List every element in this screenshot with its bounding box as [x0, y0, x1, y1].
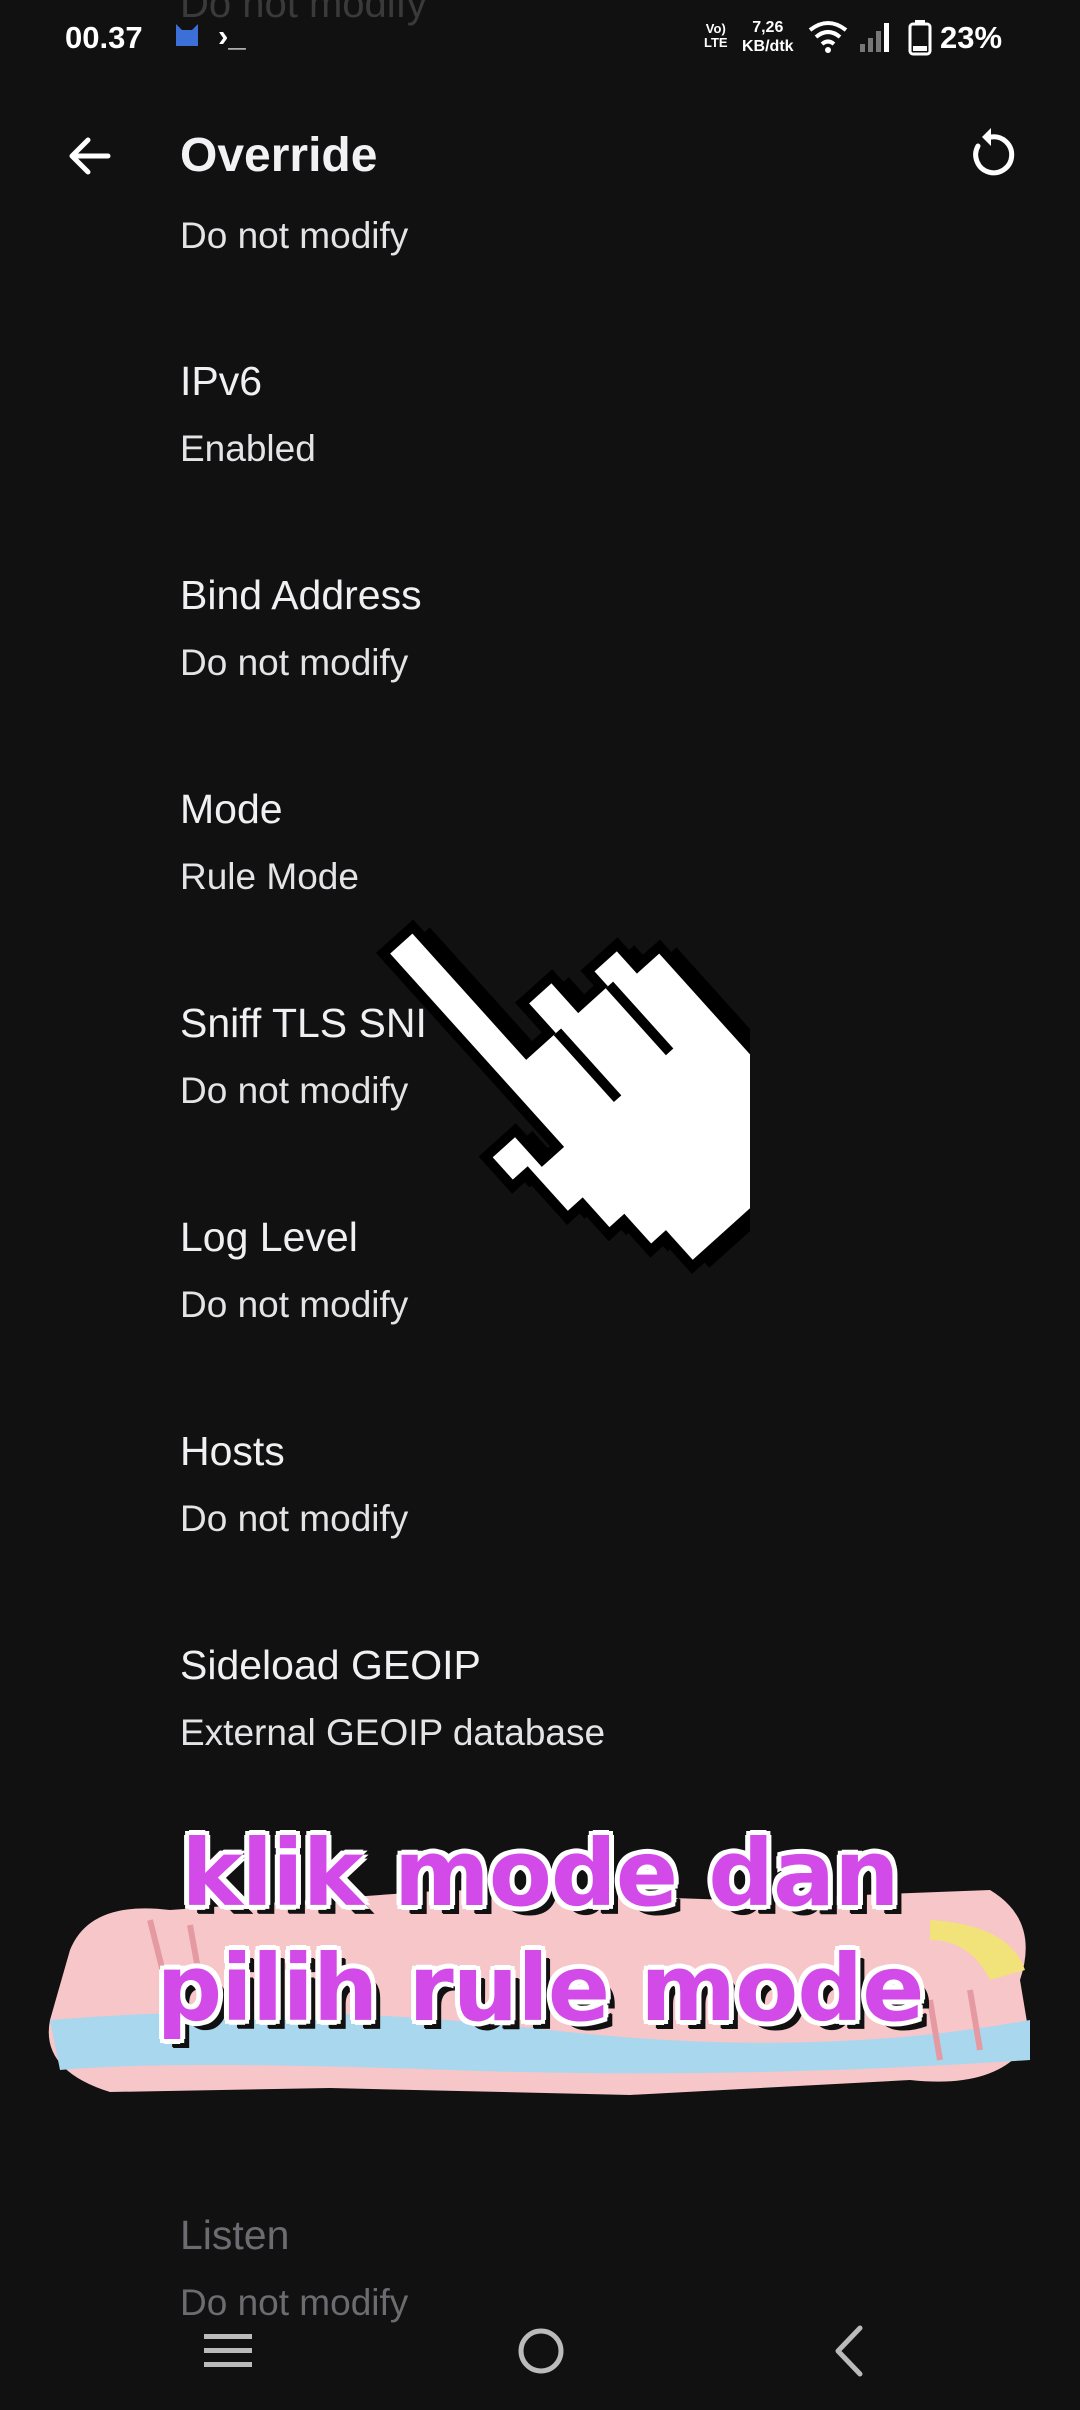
setting-label: IPv6	[180, 358, 263, 404]
setting-bind-address[interactable]: Bind Address Do not modify	[0, 564, 1080, 764]
status-time: 00.37	[65, 20, 143, 55]
setting-hosts[interactable]: Hosts Do not modify	[0, 1420, 1080, 1620]
setting-value: External GEOIP database	[180, 1712, 606, 1753]
page-title: Override	[180, 129, 378, 182]
setting-value: Rule Mode	[180, 856, 359, 897]
reset-icon[interactable]	[962, 126, 1020, 184]
status-bar: Do not modify 00.37 ›_ Vo) LTE 7,26 KB/d…	[0, 0, 1080, 80]
top-app-bar: Override	[0, 100, 1080, 210]
volte-indicator: Vo) LTE	[704, 21, 728, 50]
setting-label: Bind Address	[180, 572, 422, 618]
wifi-icon	[808, 21, 848, 53]
setting-label: Mode	[180, 786, 283, 832]
cat-app-icon	[176, 24, 198, 46]
setting-label: Listen	[180, 2212, 290, 2258]
system-nav-bar	[0, 2300, 1080, 2408]
network-speed: 7,26 KB/dtk	[742, 19, 794, 55]
pointing-hand-cursor-icon	[376, 919, 750, 1274]
tutorial-caption: klik mode dan pilih rule mode	[30, 1770, 1050, 2150]
setting-value: Do not modify	[180, 642, 409, 683]
home-icon[interactable]	[516, 2326, 566, 2376]
back-arrow-icon[interactable]	[62, 128, 118, 184]
cell-signal-icon	[860, 23, 889, 52]
setting-value: Do not modify	[180, 1498, 409, 1539]
setting-label: Hosts	[180, 1428, 285, 1474]
recent-apps-icon[interactable]	[200, 2328, 256, 2374]
caption-line-2: pilih rule mode	[156, 1935, 924, 2042]
setting-label: Log Level	[180, 1214, 358, 1260]
previous-item-value: Do not modify	[180, 215, 409, 256]
battery-icon	[908, 20, 932, 56]
nav-back-icon[interactable]	[826, 2322, 872, 2380]
battery-percent: 23%	[940, 20, 1003, 55]
setting-ipv6[interactable]: IPv6 Enabled	[0, 350, 1080, 550]
setting-value: Enabled	[180, 428, 316, 469]
caption-line-1: klik mode dan	[181, 1820, 899, 1927]
setting-label: Sideload GEOIP	[180, 1642, 481, 1688]
terminal-icon: ›_	[218, 18, 246, 53]
